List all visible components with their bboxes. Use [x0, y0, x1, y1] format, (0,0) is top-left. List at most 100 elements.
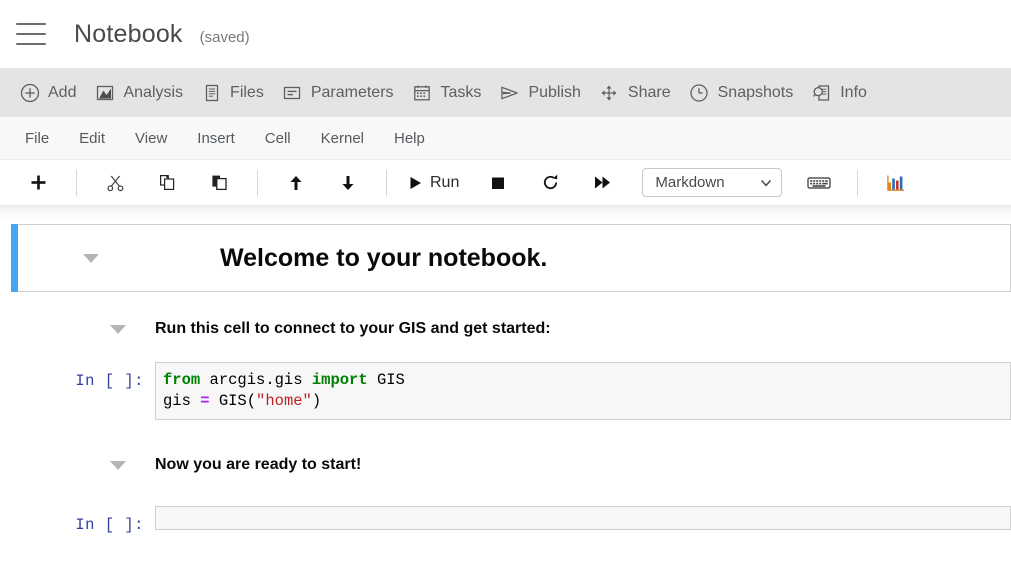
notebook-cell-code-import[interactable]: In [ ]: from arcgis.gis import GIS gis =…	[0, 348, 1011, 424]
run-cell-label: Run	[430, 174, 459, 192]
menu-view[interactable]: View	[120, 124, 182, 153]
collapser-slot	[0, 461, 155, 470]
run-cell-button[interactable]: Run	[402, 168, 469, 198]
move-cell-up-button[interactable]	[273, 168, 319, 198]
bar-chart-icon	[886, 174, 906, 192]
move-cell-down-button[interactable]	[325, 168, 371, 198]
chevron-down-icon	[759, 176, 773, 190]
menu-insert[interactable]: Insert	[182, 124, 250, 153]
toolbar-item-add[interactable]: Add	[10, 68, 85, 117]
hamburger-icon[interactable]	[16, 23, 46, 45]
toolbar-separator	[857, 170, 858, 196]
share-icon	[599, 82, 620, 103]
toolbar-separator	[386, 170, 387, 196]
code-editor[interactable]	[155, 506, 1011, 530]
toolbar-label-publish: Publish	[528, 84, 580, 102]
toolbar-label-info: Info	[840, 84, 867, 102]
cell-collapse-toggle[interactable]	[110, 461, 126, 470]
scissors-icon	[106, 173, 125, 192]
code-token: GIS	[368, 371, 405, 389]
toolbar-item-files[interactable]: Files	[192, 68, 273, 117]
notebook-cell-code-empty[interactable]: In [ ]:	[0, 484, 1011, 540]
parameters-icon	[282, 82, 303, 103]
code-editor[interactable]: from arcgis.gis import GIS gis = GIS("ho…	[155, 362, 1011, 420]
keyboard-icon	[807, 175, 831, 191]
cell-type-value: Markdown	[655, 174, 724, 191]
cut-cell-button[interactable]	[92, 168, 138, 198]
notebook-body: Welcome to your notebook. Run this cell …	[0, 222, 1011, 540]
send-icon	[499, 82, 520, 103]
menu-help[interactable]: Help	[379, 124, 440, 153]
cell-collapse-toggle[interactable]	[110, 325, 126, 334]
copy-cell-button[interactable]	[144, 168, 190, 198]
toolbar-label-tasks: Tasks	[441, 84, 482, 102]
analysis-icon	[94, 82, 115, 103]
clock-icon	[689, 82, 710, 103]
markdown-subheading: Now you are ready to start!	[155, 456, 361, 474]
toolbar-label-files: Files	[230, 84, 264, 102]
toolbar-item-share[interactable]: Share	[590, 68, 680, 117]
code-token: gis	[163, 392, 200, 410]
markdown-heading: Welcome to your notebook.	[220, 244, 547, 273]
menu-bar: File Edit View Insert Cell Kernel Help	[0, 117, 1011, 160]
toolbar-separator	[257, 170, 258, 196]
arrow-down-icon	[339, 174, 357, 192]
info-document-icon	[811, 82, 832, 103]
notebook-toolbar: Run Markdown	[0, 160, 1011, 206]
toolbar-item-publish[interactable]: Publish	[490, 68, 589, 117]
toolbar-label-parameters: Parameters	[311, 84, 394, 102]
fast-forward-icon	[593, 174, 612, 191]
stop-square-icon	[490, 175, 506, 191]
markdown-subheading: Run this cell to connect to your GIS and…	[155, 320, 551, 338]
keyboard-shortcuts-button[interactable]	[796, 168, 842, 198]
code-token: =	[200, 392, 209, 410]
calendar-icon	[412, 82, 433, 103]
toolbar-label-share: Share	[628, 84, 671, 102]
toolbar-label-snapshots: Snapshots	[718, 84, 794, 102]
restart-icon	[541, 173, 560, 192]
restart-and-run-all-button[interactable]	[579, 168, 625, 198]
selected-cell-container[interactable]: Welcome to your notebook.	[18, 224, 1011, 292]
arrow-up-icon	[287, 174, 305, 192]
code-prompt: In [ ]:	[0, 362, 155, 392]
menu-kernel[interactable]: Kernel	[306, 124, 379, 153]
file-icon	[201, 82, 222, 103]
notebook-cell-markdown-ready[interactable]: Now you are ready to start!	[0, 424, 1011, 484]
play-icon	[408, 175, 423, 191]
toolbar-item-parameters[interactable]: Parameters	[273, 68, 403, 117]
toolbar-label-add: Add	[48, 84, 76, 102]
saved-status: (saved)	[200, 29, 250, 46]
toolbar-item-snapshots[interactable]: Snapshots	[680, 68, 803, 117]
code-token: from	[163, 371, 200, 389]
plus-icon	[30, 174, 47, 191]
insert-cell-below-button[interactable]	[15, 168, 61, 198]
notebook-cell-markdown-welcome[interactable]: Welcome to your notebook.	[0, 222, 1011, 298]
collapser-slot	[0, 325, 155, 334]
toolbar-shadow	[0, 206, 1011, 222]
toolbar-separator	[76, 170, 77, 196]
app-toolbar: Add Analysis Files	[0, 68, 1011, 117]
notebook-cell-markdown-run-hint[interactable]: Run this cell to connect to your GIS and…	[0, 298, 1011, 348]
code-token: import	[312, 371, 368, 389]
restart-kernel-button[interactable]	[527, 168, 573, 198]
toolbar-item-tasks[interactable]: Tasks	[403, 68, 491, 117]
page-title: Notebook	[74, 20, 183, 49]
paste-cell-button[interactable]	[196, 168, 242, 198]
paste-icon	[210, 173, 229, 192]
menu-cell[interactable]: Cell	[250, 124, 306, 153]
code-token: arcgis.gis	[200, 371, 312, 389]
cell-collapse-toggle[interactable]	[83, 254, 99, 263]
menu-file[interactable]: File	[10, 124, 64, 153]
code-token: GIS(	[210, 392, 257, 410]
collapser-slot	[18, 254, 220, 263]
menu-edit[interactable]: Edit	[64, 124, 120, 153]
cell-type-select[interactable]: Markdown	[642, 168, 782, 197]
toolbar-item-analysis[interactable]: Analysis	[85, 68, 192, 117]
app-header: Notebook (saved)	[0, 0, 1011, 68]
plus-circle-icon	[19, 82, 40, 103]
interrupt-kernel-button[interactable]	[475, 168, 521, 198]
code-prompt: In [ ]:	[0, 506, 155, 536]
chart-button[interactable]	[873, 168, 919, 198]
toolbar-item-info[interactable]: Info	[802, 68, 876, 117]
copy-icon	[158, 173, 177, 192]
